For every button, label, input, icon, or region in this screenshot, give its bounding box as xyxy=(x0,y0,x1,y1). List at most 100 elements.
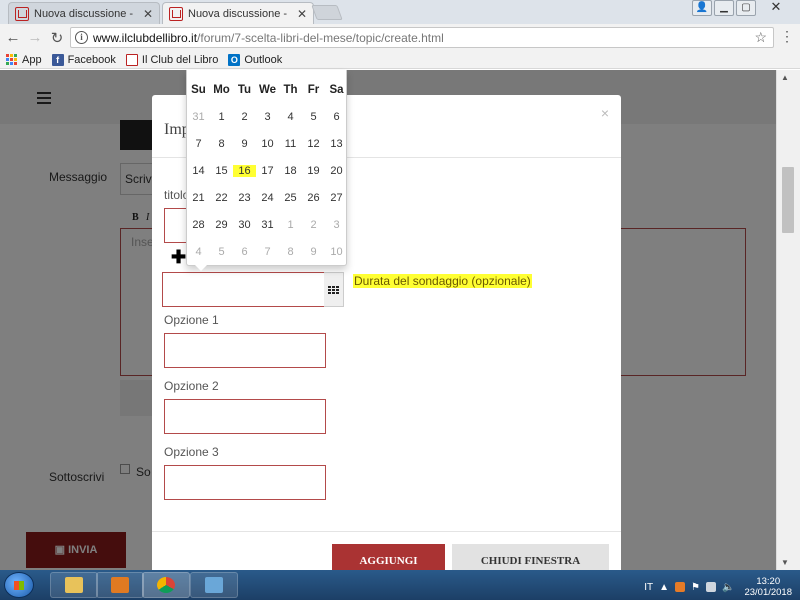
calendar-day[interactable]: 19 xyxy=(302,165,325,177)
calendar-day[interactable]: 8 xyxy=(210,138,233,150)
photo-viewer-taskbar-button[interactable] xyxy=(190,572,238,598)
minimize-button[interactable]: ▁ xyxy=(714,0,734,16)
option-1-input[interactable] xyxy=(164,333,326,368)
explorer-taskbar-button[interactable] xyxy=(50,572,98,598)
tab-close-icon[interactable]: ✕ xyxy=(143,7,153,21)
calendar-day[interactable]: 20 xyxy=(325,165,348,177)
calendar-day[interactable]: 10 xyxy=(325,246,348,258)
calendar-day[interactable]: 23 xyxy=(233,192,256,204)
option-2-label: Opzione 2 xyxy=(164,379,219,393)
bookmark-facebook[interactable]: f Facebook xyxy=(51,53,116,66)
reload-icon[interactable]: ↻ xyxy=(46,29,68,47)
calendar-day[interactable]: 2 xyxy=(302,219,325,231)
bookmark-apps[interactable]: App xyxy=(6,54,42,66)
avast-icon[interactable] xyxy=(675,582,686,592)
calendar-button[interactable] xyxy=(324,272,344,307)
calendar-day[interactable]: 4 xyxy=(187,246,210,258)
calendar-day[interactable]: 9 xyxy=(233,138,256,150)
scrollbar-thumb[interactable] xyxy=(782,167,794,233)
calendar-day[interactable]: 1 xyxy=(279,219,302,231)
media-player-icon xyxy=(111,577,129,593)
back-arrow-icon[interactable]: ← xyxy=(2,29,24,46)
calendar-day[interactable]: 15 xyxy=(210,165,233,177)
page-scrollbar[interactable]: ▲ ▼ xyxy=(776,70,800,570)
calendar-day[interactable]: 30 xyxy=(233,219,256,231)
forward-arrow-icon[interactable]: → xyxy=(24,29,46,46)
bookmark-star-icon[interactable]: ☆ xyxy=(754,29,767,46)
picture-icon xyxy=(205,577,223,593)
chrome-taskbar-button[interactable] xyxy=(142,572,190,598)
calendar-day[interactable]: 4 xyxy=(279,111,302,123)
calendar-day[interactable]: 10 xyxy=(256,138,279,150)
facebook-icon: f xyxy=(51,53,64,66)
start-button[interactable] xyxy=(4,572,34,598)
window-close-button[interactable]: ✕ xyxy=(758,0,794,16)
calendar-day[interactable]: 6 xyxy=(325,111,348,123)
calendar-day[interactable]: 18 xyxy=(279,165,302,177)
option-2-input[interactable] xyxy=(164,399,326,434)
calendar-day[interactable]: 7 xyxy=(256,246,279,258)
clock[interactable]: 13:20 23/01/2018 xyxy=(744,576,792,598)
calendar-day[interactable]: 2 xyxy=(233,111,256,123)
chrome-menu-icon[interactable]: ⋮ xyxy=(780,28,794,45)
calendar-day[interactable]: 31 xyxy=(187,111,210,123)
add-option-plus-icon[interactable]: ✚ xyxy=(171,248,186,266)
network-icon[interactable] xyxy=(706,582,716,592)
calendar-day[interactable]: 8 xyxy=(279,246,302,258)
calendar-day[interactable]: 9 xyxy=(302,246,325,258)
browser-tab[interactable]: Nuova discussione - Il Cl ✕ xyxy=(8,2,160,24)
outlook-icon: O xyxy=(228,53,241,66)
calendar-day[interactable]: 17 xyxy=(256,165,279,177)
calendar-day[interactable]: 21 xyxy=(187,192,210,204)
calendar-day[interactable]: 25 xyxy=(279,192,302,204)
calendar-day[interactable]: 22 xyxy=(210,192,233,204)
flag-icon[interactable]: ⚑ xyxy=(691,582,700,593)
language-indicator[interactable]: IT xyxy=(644,582,653,593)
option-3-input[interactable] xyxy=(164,465,326,500)
calendar-day[interactable]: 24 xyxy=(256,192,279,204)
info-icon[interactable]: i xyxy=(75,31,88,44)
datepicker-popup: Su Mo Tu We Th Fr Sa 31 1 2 3 4 5 6 7 8 … xyxy=(186,70,348,271)
poll-duration-input[interactable] xyxy=(162,272,325,307)
modal-footer-divider xyxy=(152,531,621,532)
calendar-day[interactable]: 3 xyxy=(325,219,348,231)
calendar-day[interactable]: 31 xyxy=(256,219,279,231)
folder-icon xyxy=(65,577,83,593)
calendar-day[interactable]: 14 xyxy=(187,165,210,177)
calendar-day[interactable]: 5 xyxy=(302,111,325,123)
weekday-label: Fr xyxy=(307,84,320,96)
calendar-day[interactable]: 28 xyxy=(187,219,210,231)
calendar-day[interactable]: 1 xyxy=(210,111,233,123)
calendar-day[interactable]: 12 xyxy=(302,138,325,150)
calendar-day[interactable]: 29 xyxy=(210,219,233,231)
maximize-button[interactable]: ▢ xyxy=(736,0,756,16)
tray-expand-icon[interactable]: ▲ xyxy=(659,582,669,593)
calendar-day[interactable]: 5 xyxy=(210,246,233,258)
browser-tab-active[interactable]: Nuova discussione - Il Cl ✕ xyxy=(162,2,314,25)
calendar-day[interactable]: 3 xyxy=(256,111,279,123)
bookmark-outlook[interactable]: O Outlook xyxy=(228,53,282,66)
new-tab-button[interactable] xyxy=(311,5,343,20)
media-player-taskbar-button[interactable] xyxy=(96,572,144,598)
calendar-day[interactable]: 11 xyxy=(279,138,302,150)
bookmark-il-club-del-libro[interactable]: Il Club del Libro xyxy=(125,53,218,66)
calendar-day[interactable]: 27 xyxy=(325,192,348,204)
weekday-label: Su xyxy=(191,84,206,96)
calendar-day[interactable]: 13 xyxy=(325,138,348,150)
calendar-day[interactable]: 26 xyxy=(302,192,325,204)
calendar-day-today[interactable]: 16 xyxy=(233,165,256,177)
calendar-week: 31 1 2 3 4 5 6 xyxy=(187,111,348,123)
scroll-down-arrow-icon[interactable]: ▼ xyxy=(781,558,789,567)
calendar-day[interactable]: 6 xyxy=(233,246,256,258)
speaker-icon[interactable]: 🔈 xyxy=(722,582,734,593)
weekday-label: We xyxy=(258,84,277,96)
address-bar[interactable]: i www.ilclubdellibro.it/forum/7-scelta-l… xyxy=(70,27,774,48)
modal-close-icon[interactable]: × xyxy=(601,105,609,121)
calendar-icon xyxy=(328,285,339,294)
tab-title: Nuova discussione - Il Cl xyxy=(188,8,291,20)
calendar-day[interactable]: 7 xyxy=(187,138,210,150)
calendar-week: 4 5 6 7 8 9 10 xyxy=(187,246,348,258)
user-profile-icon[interactable]: 👤 xyxy=(692,0,712,16)
scroll-up-arrow-icon[interactable]: ▲ xyxy=(781,73,789,82)
tab-close-icon[interactable]: ✕ xyxy=(297,7,307,21)
